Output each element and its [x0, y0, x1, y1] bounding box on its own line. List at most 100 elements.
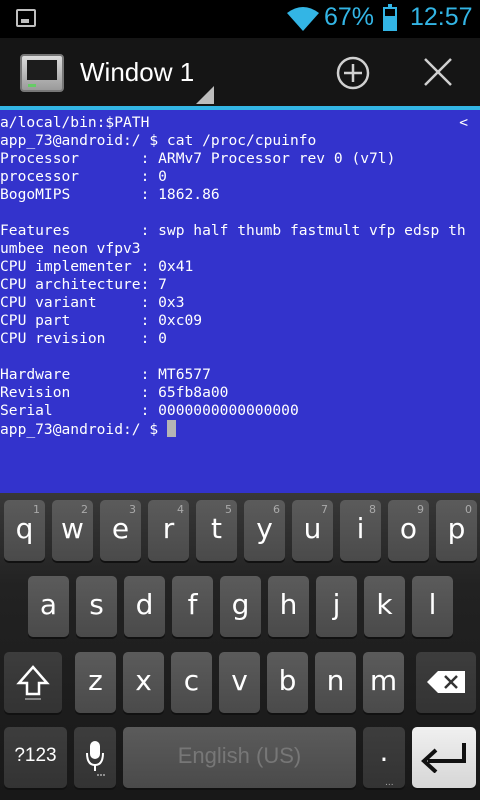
- key-label: f: [187, 588, 198, 621]
- key-label: w: [61, 512, 84, 545]
- terminal-line: umbee neon vfpv3: [0, 240, 141, 257]
- terminal-line: CPU architecture: 7: [0, 276, 167, 293]
- key-hint: 9: [417, 503, 424, 516]
- mic-key[interactable]: [74, 727, 116, 788]
- key-label: t: [211, 512, 222, 545]
- action-bar: Window 1: [0, 38, 480, 106]
- terminal-line: Features : swp half thumb fastmult vfp e…: [0, 222, 466, 239]
- terminal-line: CPU implementer : 0x41: [0, 258, 194, 275]
- terminal-line: CPU part : 0xc09: [0, 312, 203, 329]
- key-hint: 2: [81, 503, 88, 516]
- key-hint: 0: [465, 503, 472, 516]
- status-bar: 67% 12:57: [0, 0, 480, 38]
- key-label: m: [369, 664, 398, 697]
- key-hint: 7: [321, 503, 328, 516]
- key-r[interactable]: r4: [148, 500, 189, 561]
- key-a[interactable]: a: [28, 576, 69, 637]
- symbols-key[interactable]: ?123: [4, 727, 67, 788]
- overflow-marker: <: [459, 114, 468, 131]
- terminal-line: CPU revision : 0: [0, 330, 167, 347]
- key-label: u: [303, 512, 322, 545]
- clock: 12:57: [410, 3, 473, 31]
- enter-icon: [421, 743, 466, 773]
- key-k[interactable]: k: [364, 576, 405, 637]
- key-label: o: [399, 512, 418, 545]
- key-z[interactable]: z: [75, 652, 116, 713]
- key-b[interactable]: b: [267, 652, 308, 713]
- key-label: n: [326, 664, 345, 697]
- key-hint: 1: [33, 503, 40, 516]
- window-dropdown-icon[interactable]: [196, 86, 214, 104]
- microphone-icon: [86, 741, 105, 776]
- key-g[interactable]: g: [220, 576, 261, 637]
- key-label: l: [428, 588, 437, 621]
- key-w[interactable]: w2: [52, 500, 93, 561]
- terminal-line: CPU variant : 0x3: [0, 294, 185, 311]
- key-label: h: [279, 588, 298, 621]
- terminal-line: Revision : 65fb8a00: [0, 384, 229, 401]
- terminal-line: Processor : ARMv7 Processor rev 0 (v7l): [0, 150, 396, 167]
- key-label: a: [39, 588, 58, 621]
- terminal-line: app_73@android:/ $: [0, 420, 466, 438]
- terminal-screen[interactable]: a/local/bin:$PATH app_73@android:/ $ cat …: [0, 110, 480, 493]
- key-t[interactable]: t5: [196, 500, 237, 561]
- terminal-line: Hardware : MT6577: [0, 366, 211, 383]
- key-label: p: [447, 512, 466, 545]
- key-label: k: [376, 588, 393, 621]
- key-label: b: [278, 664, 297, 697]
- terminal-app-icon: [20, 54, 64, 92]
- wifi-icon: [287, 7, 319, 31]
- backspace-key[interactable]: [416, 652, 476, 713]
- key-e[interactable]: e3: [100, 500, 141, 561]
- key-s[interactable]: s: [76, 576, 117, 637]
- key-i[interactable]: i8: [340, 500, 381, 561]
- notification-icon: [16, 9, 36, 27]
- key-p[interactable]: p0: [436, 500, 477, 561]
- battery-percent: 67%: [324, 3, 375, 31]
- period-key[interactable]: . ...: [363, 727, 405, 788]
- plus-circle-icon[interactable]: [336, 56, 370, 90]
- key-m[interactable]: m: [363, 652, 404, 713]
- key-label: v: [231, 664, 248, 697]
- shift-key[interactable]: [4, 652, 62, 713]
- key-label: x: [135, 664, 152, 697]
- key-label: q: [15, 512, 34, 545]
- key-hint: 5: [225, 503, 232, 516]
- key-u[interactable]: u7: [292, 500, 333, 561]
- key-label: c: [183, 664, 200, 697]
- key-y[interactable]: y6: [244, 500, 285, 561]
- soft-keyboard: ?123 English (US) . ... q1w2e 3 r 4 t 5 …: [0, 493, 480, 800]
- key-o[interactable]: o9: [388, 500, 429, 561]
- key-f[interactable]: f: [172, 576, 213, 637]
- enter-key[interactable]: [412, 727, 476, 788]
- terminal-line: app_73@android:/ $ cat /proc/cpuinfo: [0, 132, 317, 149]
- terminal-line: Serial : 0000000000000000: [0, 402, 299, 419]
- key-c[interactable]: c: [171, 652, 212, 713]
- backspace-icon: [427, 671, 465, 693]
- key-label: r: [162, 512, 175, 545]
- key-l[interactable]: l: [412, 576, 453, 637]
- window-title[interactable]: Window 1: [80, 57, 194, 88]
- key-label: g: [231, 588, 250, 621]
- key-d[interactable]: d: [124, 576, 165, 637]
- key-n[interactable]: n: [315, 652, 356, 713]
- key-label: s: [89, 588, 104, 621]
- close-icon[interactable]: [422, 56, 454, 88]
- key-hint: 3: [129, 503, 136, 516]
- shift-icon: [16, 665, 50, 700]
- key-v[interactable]: v: [219, 652, 260, 713]
- key-x[interactable]: x: [123, 652, 164, 713]
- key-h[interactable]: h: [268, 576, 309, 637]
- key-label: i: [356, 512, 365, 545]
- key-label: y: [256, 512, 273, 545]
- key-hint: 8: [369, 503, 376, 516]
- terminal-line: a/local/bin:$PATH: [0, 114, 150, 131]
- key-q[interactable]: q1: [4, 500, 45, 561]
- space-key[interactable]: English (US): [123, 727, 356, 788]
- key-label: j: [332, 588, 341, 621]
- terminal-output: a/local/bin:$PATH app_73@android:/ $ cat …: [0, 114, 466, 438]
- key-j[interactable]: j: [316, 576, 357, 637]
- terminal-cursor: [166, 420, 176, 437]
